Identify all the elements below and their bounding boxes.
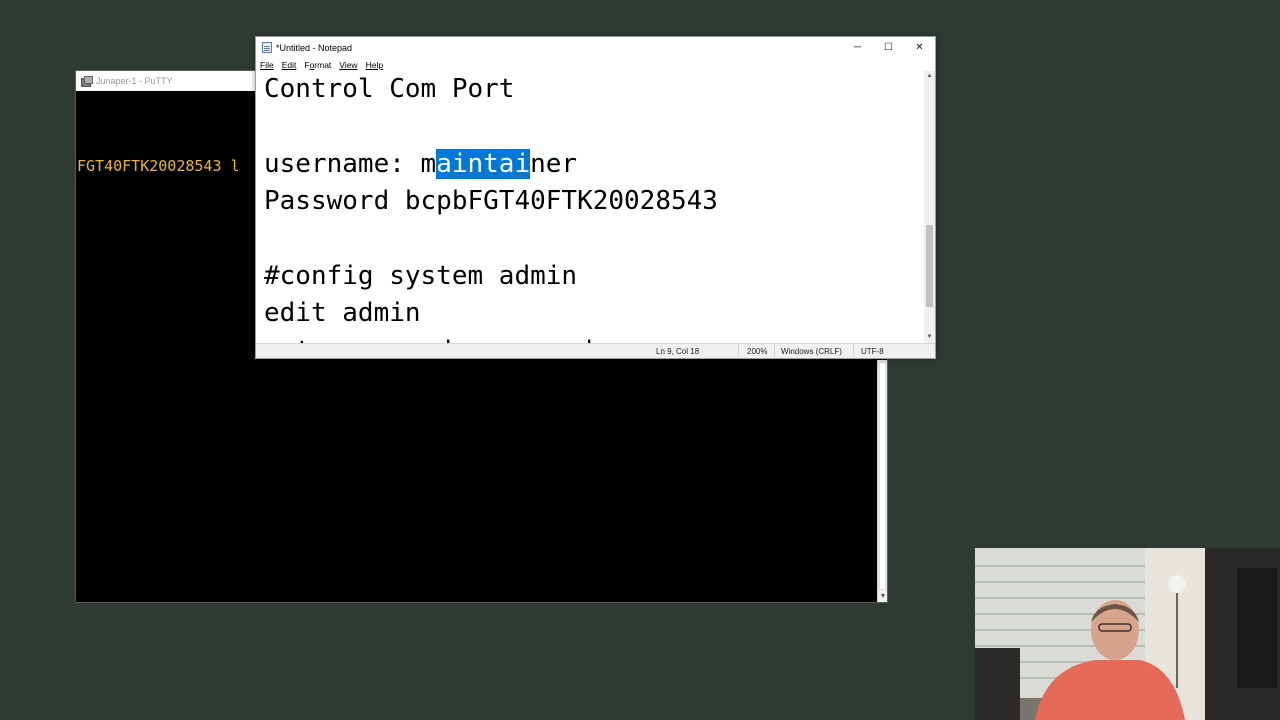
menu-format[interactable]: Format [304, 60, 331, 70]
putty-title: Junaper-1 - PuTTY [96, 76, 173, 86]
notepad-titlebar[interactable]: *Untitled - Notepad ─ ☐ ✕ [256, 37, 935, 58]
close-button[interactable]: ✕ [904, 37, 935, 58]
status-divider [738, 345, 739, 357]
cursor-position: Ln 9, Col 18 [656, 347, 700, 356]
text-line [264, 108, 924, 145]
text-selection: aintai [436, 148, 531, 179]
minimize-button[interactable]: ─ [842, 37, 873, 58]
line-ending: Windows (CRLF) [781, 347, 842, 356]
status-divider [774, 345, 775, 357]
maximize-button[interactable]: ☐ [873, 37, 904, 58]
terminal-line: FGT40FTK20028543 l [77, 157, 240, 175]
webcam-feed [975, 548, 1280, 720]
notepad-vertical-scrollbar[interactable]: ▲ ▼ [924, 71, 935, 343]
zoom-level: 200% [747, 347, 768, 356]
status-bar: Ln 9, Col 18 200% Windows (CRLF) UTF-8 [256, 343, 935, 358]
text-segment: username: m [264, 148, 437, 179]
putty-scroll-thumb[interactable] [879, 362, 886, 590]
text-line [264, 221, 924, 258]
text-line: set password password [264, 333, 924, 343]
notepad-scroll-thumb[interactable] [926, 225, 933, 307]
notepad-window[interactable]: *Untitled - Notepad ─ ☐ ✕ File Edit Form… [255, 36, 936, 359]
text-line: Password bcpbFGT40FTK20028543 [264, 186, 718, 217]
text-line: #config system admin [264, 260, 578, 291]
menu-view[interactable]: View [339, 60, 357, 70]
menu-edit[interactable]: Edit [282, 60, 297, 70]
putty-app-icon [81, 75, 93, 87]
status-divider [853, 345, 854, 357]
menu-bar: File Edit Format View Help [256, 58, 935, 71]
scroll-down-arrow-icon[interactable]: ▼ [878, 592, 888, 602]
text-line: edit admin [264, 298, 421, 329]
scroll-up-arrow-icon[interactable]: ▲ [924, 71, 935, 82]
menu-file[interactable]: File [260, 60, 274, 70]
encoding: UTF-8 [861, 347, 884, 356]
access-key: o [309, 59, 315, 70]
putty-scrollbar[interactable]: ▼ [877, 360, 887, 602]
text-line: Control Com Port [264, 74, 515, 104]
webcam-image [975, 548, 1280, 720]
menu-help[interactable]: Help [366, 60, 383, 70]
notepad-title: *Untitled - Notepad [276, 42, 353, 53]
text-segment: ner [530, 148, 578, 179]
notepad-app-icon [262, 42, 272, 53]
text-editor[interactable]: Control Com Port username: maintainer Pa… [256, 71, 924, 343]
text-line: username: maintainer [264, 146, 924, 183]
scroll-down-arrow-icon[interactable]: ▼ [924, 332, 935, 343]
